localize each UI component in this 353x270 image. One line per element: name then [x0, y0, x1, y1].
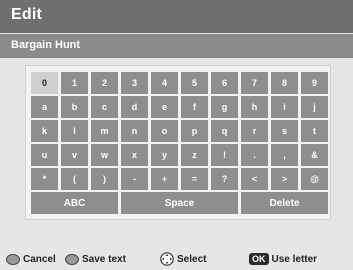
key[interactable]: 3: [121, 72, 148, 94]
key[interactable]: <: [241, 168, 268, 190]
key[interactable]: 1: [61, 72, 88, 94]
key[interactable]: a: [31, 96, 58, 118]
key[interactable]: >: [271, 168, 298, 190]
key[interactable]: @: [301, 168, 328, 190]
use-letter-label: Use letter: [271, 253, 318, 265]
input-value: Bargain Hunt: [11, 39, 81, 51]
key[interactable]: q: [211, 120, 238, 142]
text-input-field[interactable]: Bargain Hunt: [0, 34, 353, 58]
key[interactable]: d: [121, 96, 148, 118]
key[interactable]: z: [181, 144, 208, 166]
page-title: Edit: [11, 6, 43, 23]
key[interactable]: 6: [211, 72, 238, 94]
key[interactable]: 5: [181, 72, 208, 94]
space-key[interactable]: Space: [121, 192, 238, 214]
key[interactable]: *: [31, 168, 58, 190]
select-label: Select: [177, 253, 207, 265]
key[interactable]: j: [301, 96, 328, 118]
cancel-label: Cancel: [23, 253, 56, 265]
abc-key[interactable]: ABC: [31, 192, 118, 214]
key[interactable]: g: [211, 96, 238, 118]
key[interactable]: p: [181, 120, 208, 142]
on-screen-keyboard: 0 1 2 3 4 5 6 7 8 9 a b c d e f g h i j k l m n o p q r s t u v w x y z!., &…: [31, 72, 334, 216]
circle-button-icon: [6, 253, 20, 265]
select-hint[interactable]: Select: [160, 252, 206, 266]
key[interactable]: h: [241, 96, 268, 118]
key[interactable]: r: [241, 120, 268, 142]
edit-screen: Edit Bargain Hunt 0123456789 abcdefghij kl…: [0, 0, 353, 270]
key[interactable]: =: [181, 168, 208, 190]
key[interactable]: !: [211, 144, 238, 166]
key[interactable]: s: [271, 120, 298, 142]
key[interactable]: e: [151, 96, 178, 118]
key[interactable]: u: [31, 144, 58, 166]
key[interactable]: t: [301, 120, 328, 142]
key[interactable]: 2: [91, 72, 118, 94]
key[interactable]: w: [91, 144, 118, 166]
key[interactable]: c: [91, 96, 118, 118]
key[interactable]: b: [61, 96, 88, 118]
key[interactable]: m: [91, 120, 118, 142]
key[interactable]: ,: [271, 144, 298, 166]
navigation-arrows-icon: [160, 252, 174, 266]
key[interactable]: 7: [241, 72, 268, 94]
key[interactable]: 4: [151, 72, 178, 94]
save-text-label: Save text: [82, 253, 126, 265]
key[interactable]: i: [271, 96, 298, 118]
key[interactable]: k: [31, 120, 58, 142]
key[interactable]: o: [151, 120, 178, 142]
cancel-hint[interactable]: Cancel: [6, 253, 56, 265]
key[interactable]: ): [91, 168, 118, 190]
key[interactable]: 0: [31, 72, 58, 94]
key[interactable]: +: [151, 168, 178, 190]
key[interactable]: l: [61, 120, 88, 142]
save-text-hint[interactable]: Save text: [65, 253, 126, 265]
key[interactable]: .: [241, 144, 268, 166]
key[interactable]: v: [61, 144, 88, 166]
delete-key[interactable]: Delete: [241, 192, 328, 214]
key[interactable]: y: [151, 144, 178, 166]
key[interactable]: (: [61, 168, 88, 190]
circle-button-icon: [65, 253, 79, 265]
footer-hints: Cancel Save text Select OK Use letter: [0, 248, 353, 270]
key[interactable]: 8: [271, 72, 298, 94]
key[interactable]: &: [301, 144, 328, 166]
key[interactable]: ?: [211, 168, 238, 190]
use-letter-hint[interactable]: OK Use letter: [249, 253, 317, 265]
title-bar: Edit: [0, 0, 353, 33]
key[interactable]: 9: [301, 72, 328, 94]
ok-button-icon: OK: [249, 253, 269, 265]
key[interactable]: -: [121, 168, 148, 190]
key[interactable]: x: [121, 144, 148, 166]
key[interactable]: n: [121, 120, 148, 142]
key[interactable]: f: [181, 96, 208, 118]
